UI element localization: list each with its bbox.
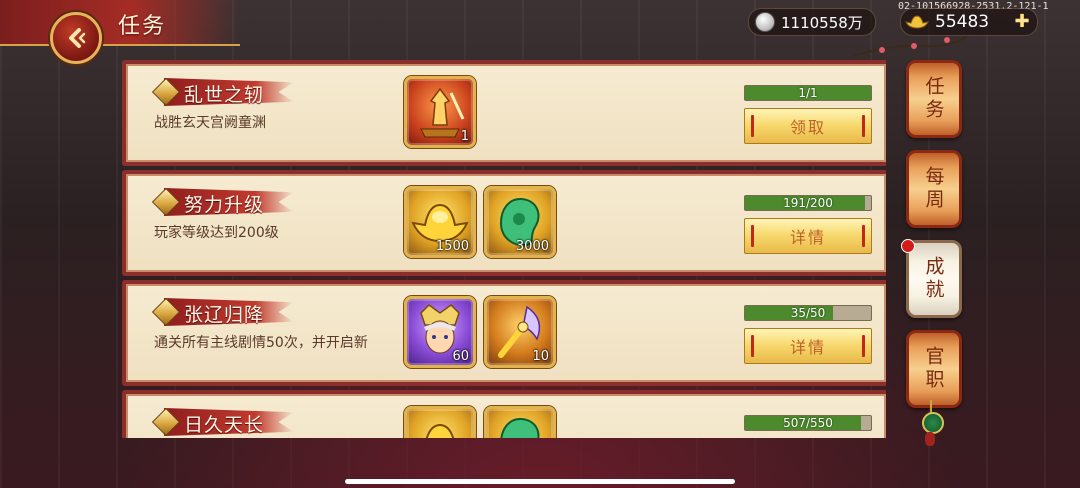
task-description: 战胜玄天宫阙童渊 <box>154 115 266 131</box>
back-button[interactable] <box>50 12 102 64</box>
task-card: 日久天长 507/550 <box>122 390 886 438</box>
task-description: 通关所有主线剧情50次，并开启新 <box>154 335 368 351</box>
tab-weekly[interactable]: 每周 <box>906 150 962 228</box>
task-list[interactable]: 乱世之轫 战胜玄天宫阙童渊 1 1/1 领取 努力升级 玩家等级达到200级 1… <box>122 60 886 438</box>
notification-dot <box>901 239 915 253</box>
tab-label: 官职 <box>922 346 945 392</box>
progress-text: 35/50 <box>790 306 826 320</box>
reward-item[interactable]: 10 <box>484 296 556 368</box>
task-card: 努力升级 玩家等级达到200级 1500 3000 191/200 详情 <box>122 170 886 276</box>
task-title: 张辽归降 <box>184 304 265 326</box>
details-button[interactable]: 详情 <box>744 328 872 364</box>
task-card: 乱世之轫 战胜玄天宫阙童渊 1 1/1 领取 <box>122 60 886 166</box>
tab-label: 成就 <box>922 256 945 302</box>
gold-display: 55483 ✚ <box>900 8 1038 36</box>
jade-tassel-icon <box>922 412 944 434</box>
reward-item[interactable] <box>404 406 476 438</box>
progress-text: 507/550 <box>783 416 833 430</box>
reward-count: 10 <box>532 349 549 364</box>
chevron-left-icon <box>69 28 86 48</box>
reward-item[interactable]: 3000 <box>484 186 556 258</box>
reward-item[interactable]: 60 <box>404 296 476 368</box>
progress-text: 1/1 <box>798 86 818 100</box>
task-title: 乱世之轫 <box>184 84 265 106</box>
reward-item[interactable] <box>484 406 556 438</box>
jade-icon <box>500 417 540 438</box>
page-title: 任务 <box>118 14 167 39</box>
claim-button[interactable]: 领取 <box>744 108 872 144</box>
progress-bar: 1/1 <box>744 85 872 101</box>
gold-ingot-icon <box>425 423 455 438</box>
silver-coin-icon <box>755 12 775 32</box>
tab-label: 每周 <box>922 166 945 212</box>
reward-item[interactable]: 1500 <box>404 186 476 258</box>
plus-icon[interactable]: ✚ <box>1013 13 1031 31</box>
tab-tasks[interactable]: 任务 <box>906 60 962 138</box>
progress-bar: 507/550 <box>744 415 872 431</box>
details-button[interactable]: 详情 <box>744 218 872 254</box>
silver-value: 1110558万 <box>781 13 863 32</box>
reward-count: 60 <box>452 349 469 364</box>
task-title: 日久天长 <box>184 414 265 436</box>
home-indicator[interactable] <box>345 479 735 484</box>
progress-bar: 191/200 <box>744 195 872 211</box>
tab-achievements[interactable]: 成就 <box>901 239 962 318</box>
task-card: 张辽归降 通关所有主线剧情50次，并开启新 60 10 35/50 详情 <box>122 280 886 386</box>
task-description: 玩家等级达到200级 <box>154 225 279 241</box>
gold-value: 55483 <box>935 12 990 32</box>
task-title: 努力升级 <box>184 194 265 216</box>
tab-label: 任务 <box>922 76 945 122</box>
tab-official-rank[interactable]: 官职 <box>906 330 962 408</box>
progress-text: 191/200 <box>783 196 833 210</box>
reward-count: 1500 <box>435 239 469 254</box>
tassel-bead-icon <box>925 432 935 446</box>
reward-count: 1 <box>460 129 469 144</box>
progress-bar: 35/50 <box>744 305 872 321</box>
gold-ingot-icon <box>905 15 929 29</box>
reward-item[interactable]: 1 <box>404 76 476 148</box>
reward-count: 3000 <box>515 239 549 254</box>
